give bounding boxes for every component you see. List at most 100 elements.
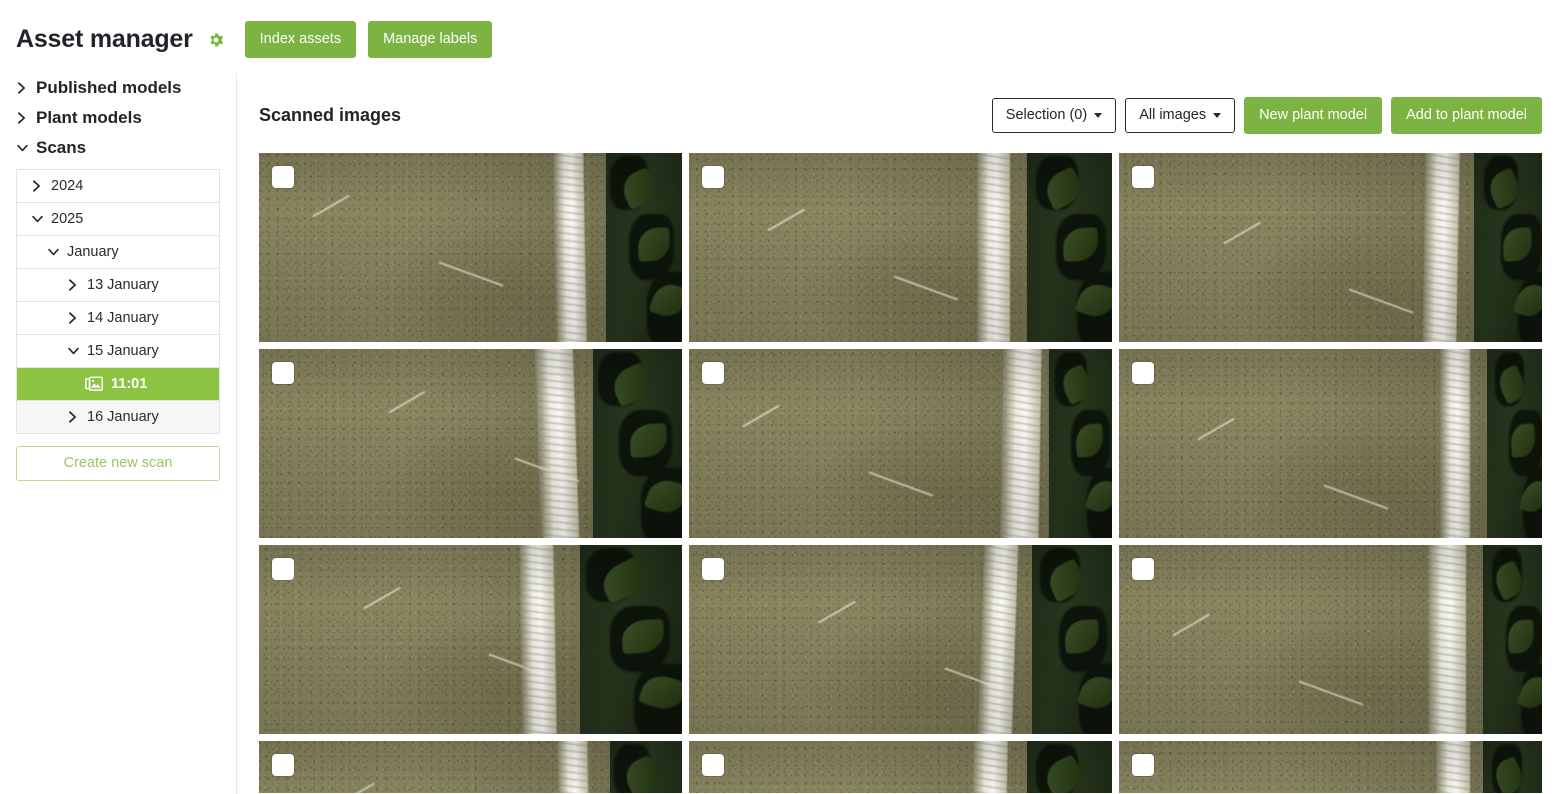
chevron-right-icon xyxy=(16,81,30,95)
tree-item-label: 13 January xyxy=(87,277,159,294)
thumbnail-image xyxy=(689,740,1112,793)
selection-dropdown-label: Selection (0) xyxy=(1005,107,1088,123)
tree-list-item: 2024 xyxy=(17,170,219,204)
scanned-image-thumbnail[interactable] xyxy=(1119,348,1542,538)
chevron-down-icon xyxy=(1094,112,1103,118)
new-plant-model-button[interactable]: New plant model xyxy=(1244,97,1383,134)
tree-item-label: 15 January xyxy=(87,343,159,360)
thumbnail-image xyxy=(1119,544,1542,734)
thumbnail-image xyxy=(259,152,682,342)
tree-item-label: 2025 xyxy=(51,211,84,228)
sidebar-item-published-models[interactable]: Published models xyxy=(16,73,220,103)
scanned-image-thumbnail[interactable] xyxy=(1119,152,1542,342)
create-scan-wrapper: Create new scan xyxy=(16,446,220,481)
chevron-down-icon xyxy=(31,212,45,226)
chevron-right-icon xyxy=(67,410,81,424)
thumbnail-checkbox[interactable] xyxy=(1132,557,1154,580)
page-title: Asset manager xyxy=(16,25,193,53)
tree-item-label: January xyxy=(67,244,119,261)
chevron-right-icon xyxy=(16,111,30,125)
sidebar-item-scans[interactable]: Scans xyxy=(16,133,220,163)
tree-item-label: 14 January xyxy=(87,310,159,327)
scan-tree: 2024 2025 January 13 January 14 January 15 Ja… xyxy=(16,169,220,435)
chevron-down-icon xyxy=(1213,112,1222,118)
tree-list-item: 15 January xyxy=(17,335,219,369)
sidebar-tree-item-16-january[interactable]: 16 January xyxy=(17,401,219,434)
content-header: Scanned images Selection (0) All images … xyxy=(259,97,1542,134)
scanned-image-thumbnail[interactable] xyxy=(259,740,682,793)
chevron-down-icon xyxy=(47,245,61,259)
tree-list-item: 16 January xyxy=(17,401,219,435)
chevron-down-icon xyxy=(16,141,30,155)
sidebar-tree-item-15-january[interactable]: 15 January xyxy=(17,335,219,367)
thumbnail-image xyxy=(259,740,682,793)
thumbnail-image xyxy=(1119,348,1542,538)
scanned-image-thumbnail[interactable] xyxy=(689,348,1112,538)
thumbnail-checkbox[interactable] xyxy=(1132,361,1154,384)
tree-item-label: 11:01 xyxy=(111,376,148,393)
chevron-down-icon xyxy=(67,344,81,358)
scanned-image-thumbnail[interactable] xyxy=(689,152,1112,342)
scanned-image-thumbnail[interactable] xyxy=(689,544,1112,734)
sidebar-item-label: Scans xyxy=(36,138,87,158)
tree-item-label: 16 January xyxy=(87,409,159,426)
thumbnail-checkbox[interactable] xyxy=(702,557,724,580)
sidebar-tree-item-2024[interactable]: 2024 xyxy=(17,170,219,202)
thumbnail-checkbox[interactable] xyxy=(272,165,294,188)
sidebar-tree-item-2025[interactable]: 2025 xyxy=(17,203,219,235)
thumbnail-checkbox[interactable] xyxy=(272,753,294,776)
image-filter-label: All images xyxy=(1139,107,1207,123)
thumbnail-checkbox[interactable] xyxy=(272,557,294,580)
tree-item-label: 2024 xyxy=(51,178,84,195)
tree-list-item: 2025 xyxy=(17,203,219,237)
thumbnail-image xyxy=(259,348,682,538)
body-wrapper: Published models Plant models Scans 2024… xyxy=(0,73,1556,794)
scanned-image-thumbnail[interactable] xyxy=(259,348,682,538)
app-header: Asset manager Index assets Manage labels xyxy=(0,0,1556,73)
scanned-image-thumbnail[interactable] xyxy=(1119,544,1542,734)
thumbnail-image xyxy=(689,152,1112,342)
thumbnail-image xyxy=(689,544,1112,734)
sidebar-tree-item-13-january[interactable]: 13 January xyxy=(17,269,219,301)
scanned-image-thumbnail[interactable] xyxy=(1119,740,1542,793)
toolbar: Selection (0) All images New plant model… xyxy=(991,97,1542,134)
add-to-plant-model-button[interactable]: Add to plant model xyxy=(1391,97,1542,134)
thumbnail-image xyxy=(1119,740,1542,793)
tree-list-item: 14 January xyxy=(17,302,219,336)
image-filter-dropdown[interactable]: All images xyxy=(1125,98,1236,133)
chevron-right-icon xyxy=(31,179,45,193)
thumbnail-checkbox[interactable] xyxy=(272,361,294,384)
scanned-images-grid xyxy=(259,152,1542,793)
tree-list-item: 13 January xyxy=(17,269,219,303)
chevron-right-icon xyxy=(67,311,81,325)
sidebar-item-label: Plant models xyxy=(36,108,142,128)
create-new-scan-button[interactable]: Create new scan xyxy=(16,446,220,481)
scanned-image-thumbnail[interactable] xyxy=(689,740,1112,793)
thumbnail-image xyxy=(1119,152,1542,342)
scanned-image-thumbnail[interactable] xyxy=(259,152,682,342)
index-assets-button[interactable]: Index assets xyxy=(244,21,357,58)
sidebar-tree-item-11-01[interactable]: 11:01 xyxy=(17,368,219,401)
thumbnail-checkbox[interactable] xyxy=(702,165,724,188)
tree-list-item: 11:01 xyxy=(17,368,219,402)
content-panel: Scanned images Selection (0) All images … xyxy=(236,73,1556,794)
gear-icon[interactable] xyxy=(207,31,225,49)
sidebar-tree-item-14-january[interactable]: 14 January xyxy=(17,302,219,334)
thumbnail-checkbox[interactable] xyxy=(702,753,724,776)
selection-dropdown[interactable]: Selection (0) xyxy=(991,98,1117,133)
manage-labels-button[interactable]: Manage labels xyxy=(368,21,493,58)
thumbnail-checkbox[interactable] xyxy=(1132,753,1154,776)
images-icon xyxy=(85,376,103,392)
scanned-image-thumbnail[interactable] xyxy=(259,544,682,734)
sidebar-item-label: Published models xyxy=(36,78,182,97)
sidebar-tree-item-january[interactable]: January xyxy=(17,236,219,268)
tree-list-item: January xyxy=(17,236,219,270)
thumbnail-image xyxy=(689,348,1112,538)
thumbnail-checkbox[interactable] xyxy=(1132,165,1154,188)
thumbnail-image xyxy=(259,544,682,734)
sidebar: Published models Plant models Scans 2024… xyxy=(0,73,236,481)
thumbnail-checkbox[interactable] xyxy=(702,361,724,384)
scanned-images-title: Scanned images xyxy=(259,104,402,125)
chevron-right-icon xyxy=(67,278,81,292)
sidebar-item-plant-models[interactable]: Plant models xyxy=(16,103,220,133)
